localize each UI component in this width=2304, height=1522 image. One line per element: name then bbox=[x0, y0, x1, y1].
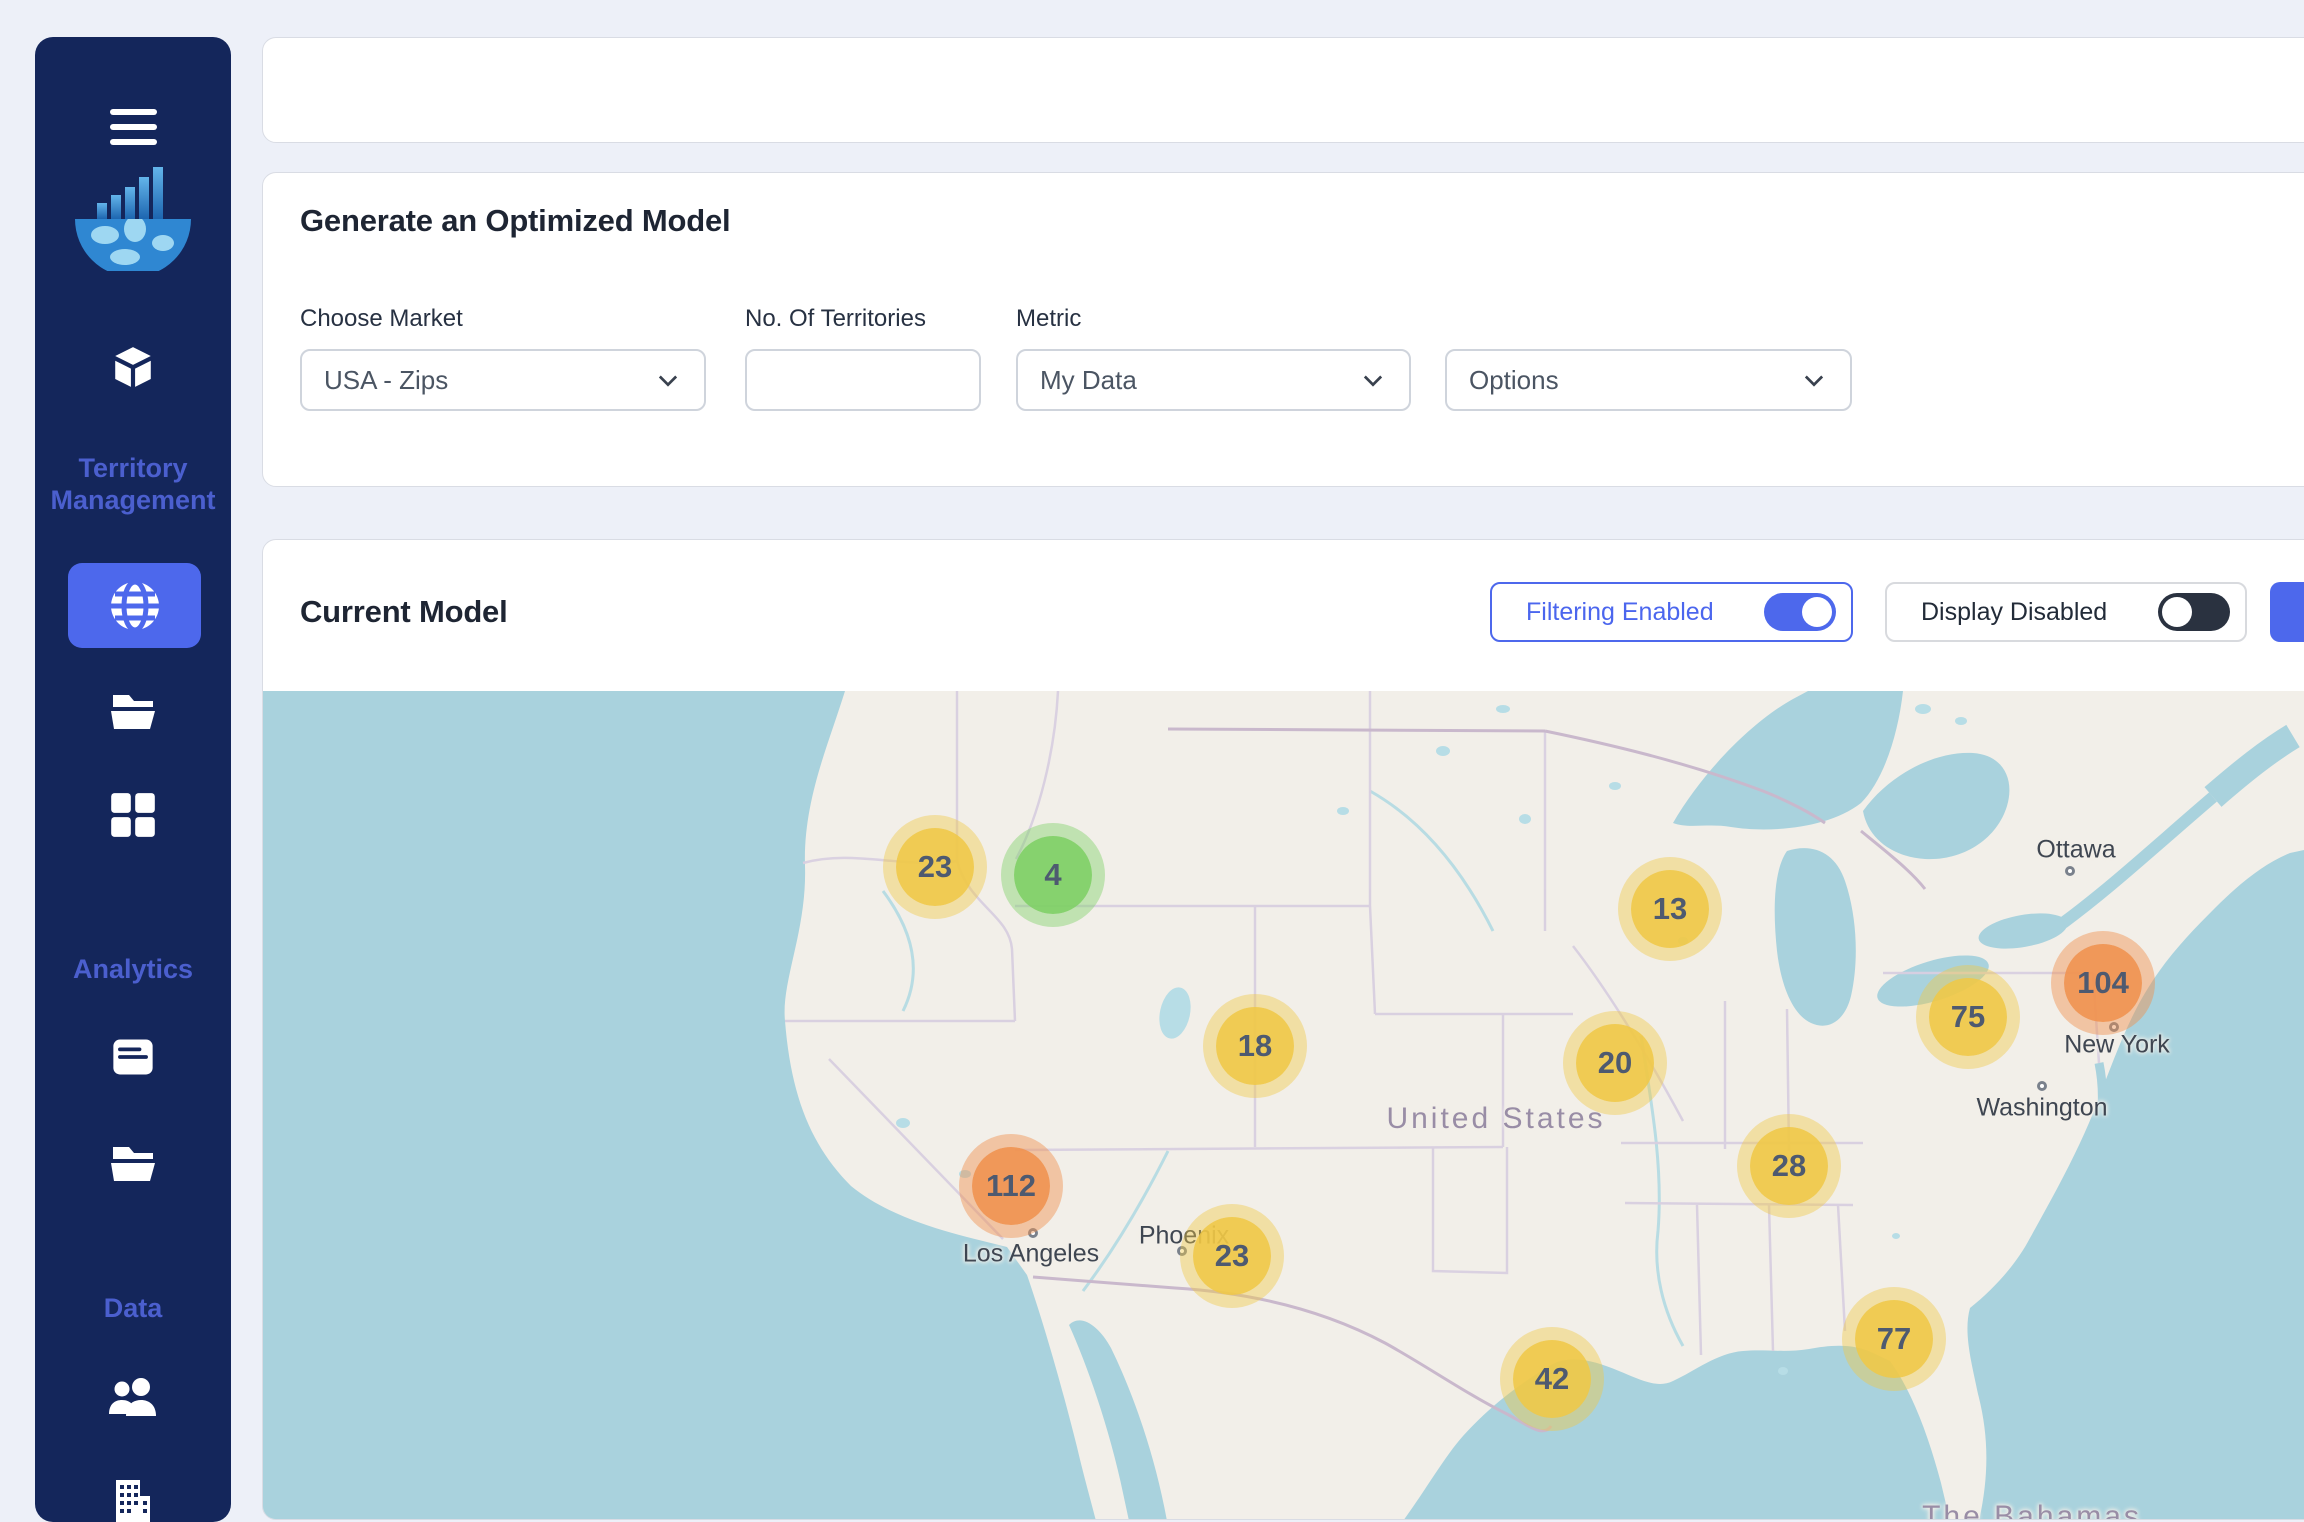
generate-panel-title: Generate an Optimized Model bbox=[300, 203, 730, 239]
people-icon bbox=[106, 1374, 160, 1424]
chevron-down-icon bbox=[654, 366, 682, 394]
cluster-marker[interactable]: 42 bbox=[1513, 1340, 1591, 1418]
folder-icon bbox=[107, 687, 159, 735]
folder-icon bbox=[107, 1139, 159, 1187]
cluster-marker[interactable]: 112 bbox=[972, 1147, 1050, 1225]
chevron-down-icon bbox=[1800, 366, 1828, 394]
display-disabled-toggle[interactable]: Display Disabled bbox=[1885, 582, 2247, 642]
cluster-marker[interactable]: 104 bbox=[2064, 944, 2142, 1022]
options-select[interactable]: Options bbox=[1445, 349, 1852, 411]
cube-icon[interactable] bbox=[35, 343, 231, 391]
hamburger-icon[interactable] bbox=[35, 107, 231, 147]
choose-market-label: Choose Market bbox=[300, 305, 463, 333]
globe-bar-chart-logo bbox=[67, 167, 199, 271]
building-icon bbox=[108, 1480, 158, 1522]
metric-select[interactable]: My Data bbox=[1016, 349, 1411, 411]
sidebar-item-analytics-folder[interactable] bbox=[35, 1137, 231, 1189]
map-container[interactable]: OttawaNew YorkWashingtonUnited StatesLos… bbox=[263, 691, 2304, 1519]
chevron-down-icon bbox=[1359, 366, 1387, 394]
app-logo bbox=[35, 165, 231, 273]
sidebar-item-territory-map[interactable] bbox=[68, 563, 201, 648]
toggle-knob bbox=[1802, 597, 1832, 627]
toggle-switch-on[interactable] bbox=[1764, 593, 1836, 631]
choose-market-select[interactable]: USA - Zips bbox=[300, 349, 706, 411]
cluster-marker[interactable]: 77 bbox=[1855, 1300, 1933, 1378]
sidebar: Territory Management Analytics bbox=[35, 37, 231, 1522]
globe-icon bbox=[107, 578, 163, 634]
cluster-marker[interactable]: 18 bbox=[1216, 1007, 1294, 1085]
cluster-marker[interactable]: 23 bbox=[1193, 1217, 1271, 1295]
top-header-card bbox=[262, 37, 2304, 143]
sidebar-section-analytics: Analytics bbox=[35, 953, 231, 985]
sidebar-section-data: Data bbox=[35, 1292, 231, 1324]
territories-label: No. Of Territories bbox=[745, 305, 926, 333]
cluster-marker[interactable]: 28 bbox=[1750, 1127, 1828, 1205]
sidebar-item-people[interactable] bbox=[35, 1373, 231, 1425]
grid-icon bbox=[109, 791, 157, 839]
map-markers-layer: 23 4 13 18 20 75 104 28 112 23 42 77 bbox=[263, 691, 2304, 1519]
generate-model-panel: Generate an Optimized Model Choose Marke… bbox=[262, 172, 2304, 487]
report-icon bbox=[109, 1033, 157, 1081]
cluster-marker[interactable]: 23 bbox=[896, 828, 974, 906]
toggle-switch-off[interactable] bbox=[2158, 593, 2230, 631]
sidebar-item-grid[interactable] bbox=[35, 789, 231, 841]
sidebar-item-folder[interactable] bbox=[35, 685, 231, 737]
cluster-marker[interactable]: 13 bbox=[1631, 870, 1709, 948]
sidebar-item-building[interactable] bbox=[35, 1480, 231, 1522]
metric-label: Metric bbox=[1016, 305, 1081, 333]
cluster-marker[interactable]: 20 bbox=[1576, 1024, 1654, 1102]
partial-action-button[interactable] bbox=[2270, 582, 2304, 642]
toggle-knob bbox=[2162, 597, 2192, 627]
sidebar-section-territory-management: Territory Management bbox=[35, 452, 231, 516]
current-model-panel: Current Model Filtering Enabled Display … bbox=[262, 539, 2304, 1520]
cluster-marker[interactable]: 75 bbox=[1929, 978, 2007, 1056]
filtering-enabled-toggle[interactable]: Filtering Enabled bbox=[1490, 582, 1853, 642]
sidebar-item-report[interactable] bbox=[35, 1031, 231, 1083]
current-model-title: Current Model bbox=[300, 594, 508, 630]
territories-input[interactable] bbox=[745, 349, 981, 411]
cluster-marker[interactable]: 4 bbox=[1014, 836, 1092, 914]
